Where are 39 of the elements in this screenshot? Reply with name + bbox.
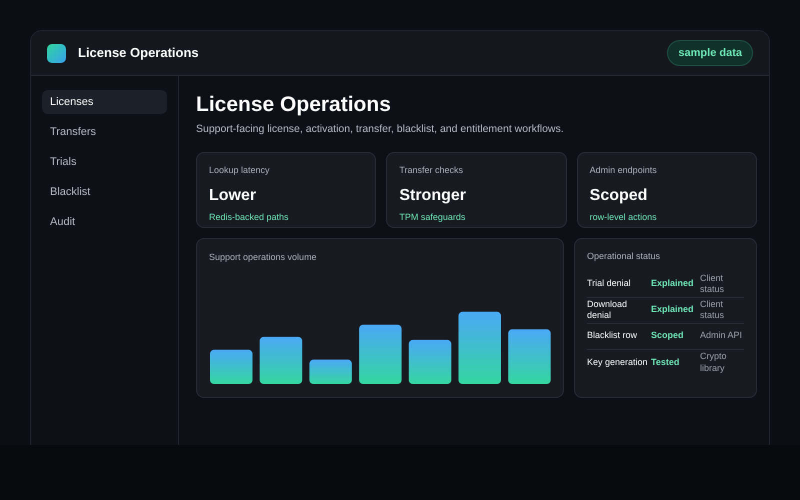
sidebar-item[interactable]: Licenses xyxy=(42,90,167,114)
page-title: License Operations xyxy=(196,92,392,118)
sidebar-item[interactable]: Trials xyxy=(42,150,167,174)
status-source: Client status xyxy=(700,272,726,296)
sidebar-item[interactable]: Blacklist xyxy=(42,180,167,204)
status-source: Crypto library xyxy=(700,351,728,374)
status-item: Blacklist row xyxy=(587,330,638,342)
status-source: Admin API xyxy=(700,330,744,342)
page-subtitle: Support-facing license, activation, transfer, blacklist, and entitlement workflows. xyxy=(196,122,565,138)
chart-bar xyxy=(309,359,352,384)
sidebar-item[interactable]: Audit xyxy=(42,210,167,234)
chart-bar xyxy=(260,336,302,384)
status-item: Download denial xyxy=(587,298,628,322)
stat-note: TPM safeguards xyxy=(399,210,466,224)
stat-label: Admin endpoints xyxy=(590,164,658,177)
sample-data-badge: sample data xyxy=(667,40,753,66)
chart-bar xyxy=(359,324,402,384)
status-item: Key generation xyxy=(587,356,649,368)
stat-value: Stronger xyxy=(399,186,467,206)
status-source: Client status xyxy=(700,298,726,322)
status-value: Explained xyxy=(651,303,695,316)
stat-label: Lookup latency xyxy=(209,164,271,177)
sidebar-item[interactable]: Transfers xyxy=(42,120,167,144)
stat-label: Transfer checks xyxy=(399,164,464,177)
stat-note: row-level actions xyxy=(590,210,658,224)
panel-title: Operational status xyxy=(587,250,662,263)
stat-value: Lower xyxy=(209,186,258,206)
stat-value: Scoped xyxy=(590,186,648,206)
status-value: Scoped xyxy=(651,329,685,342)
panel-title: Support operations volume xyxy=(209,251,318,264)
status-value: Explained xyxy=(651,277,695,290)
status-item: Trial denial xyxy=(587,278,632,290)
status-value: Tested xyxy=(651,356,680,369)
app-title: License Operations xyxy=(78,44,199,62)
stat-note: Redis-backed paths xyxy=(209,210,290,224)
chart-bar xyxy=(408,339,452,384)
chart-bar xyxy=(508,328,551,384)
logo-icon xyxy=(47,44,66,62)
chart-bar xyxy=(210,349,252,384)
